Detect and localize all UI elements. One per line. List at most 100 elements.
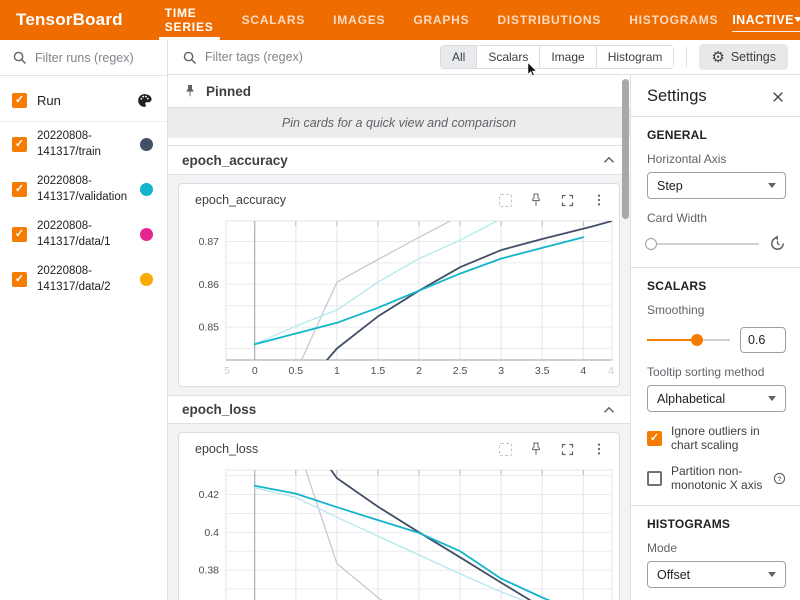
pin-icon[interactable] (528, 192, 544, 208)
tab-images[interactable]: IMAGES (319, 0, 399, 40)
ignore-outliers-label: Ignore outliers in chart scaling (671, 424, 786, 452)
section-heading: SCALARS (647, 279, 786, 293)
app-header: TensorBoard TIME SERIES SCALARS IMAGES G… (0, 0, 800, 40)
run-row-data1: 20220808-141317/data/1 (0, 212, 167, 257)
tooltip-sorting-select[interactable]: Alphabetical (647, 385, 786, 412)
filter-histogram-button[interactable]: Histogram (596, 46, 674, 68)
tab-distributions[interactable]: DISTRIBUTIONS (483, 0, 615, 40)
horizontal-axis-select[interactable]: Step (647, 172, 786, 199)
section-header-epoch-accuracy[interactable]: epoch_accuracy (168, 146, 630, 175)
filter-tags-placeholder[interactable]: Filter tags (regex) (205, 50, 440, 64)
chevron-up-icon[interactable] (600, 151, 618, 169)
run-checkbox-data1[interactable] (12, 227, 27, 242)
smoothing-value-input[interactable]: 0.6 (740, 327, 786, 353)
svg-text:0.4: 0.4 (204, 527, 219, 539)
run-status-select[interactable]: INACTIVE (732, 8, 800, 32)
svg-text:0.42: 0.42 (199, 489, 220, 501)
ignore-outliers-checkbox[interactable] (647, 431, 662, 446)
reset-icon[interactable] (769, 235, 786, 252)
run-list-header: Run (0, 80, 167, 122)
card-width-slider[interactable] (647, 237, 759, 251)
slider-thumb[interactable] (645, 238, 657, 250)
main-nav: TIME SERIES SCALARS IMAGES GRAPHS DISTRI… (151, 0, 733, 40)
svg-text:4: 4 (608, 365, 614, 377)
svg-text:3: 3 (498, 365, 504, 377)
run-name: 20220808-141317/data/1 (37, 219, 140, 250)
select-all-runs-checkbox[interactable] (12, 93, 27, 108)
tab-time-series[interactable]: TIME SERIES (151, 0, 228, 40)
search-icon (182, 50, 197, 65)
run-row-validation: 20220808-141317/validation (0, 167, 167, 212)
card-zone: epoch_loss 00.511.522.533.540.420.40.380… (168, 424, 630, 600)
fit-to-data-icon[interactable] (499, 443, 512, 456)
runs-sidebar: Filter runs (regex) Run 20220808-141317/… (0, 40, 168, 600)
tooltip-sorting-label: Tooltip sorting method (647, 365, 786, 379)
card-header: epoch_loss (179, 433, 619, 465)
help-icon[interactable] (773, 472, 786, 485)
chevron-down-icon (794, 17, 800, 22)
tab-histograms[interactable]: HISTOGRAMS (615, 0, 732, 40)
palette-icon[interactable] (136, 92, 153, 109)
section-title: epoch_accuracy (182, 153, 600, 168)
card-header: epoch_accuracy (179, 184, 619, 216)
svg-text:0.86: 0.86 (199, 279, 220, 291)
run-checkbox-data2[interactable] (12, 272, 27, 287)
run-color-dot (140, 228, 153, 241)
more-options-icon[interactable] (591, 441, 607, 457)
run-checkbox-train[interactable] (12, 137, 27, 152)
horizontal-axis-value: Step (657, 179, 768, 193)
card-width-label: Card Width (647, 211, 786, 225)
smoothing-label: Smoothing (647, 303, 786, 317)
fit-to-data-icon[interactable] (499, 194, 512, 207)
run-row-train: 20220808-141317/train (0, 122, 167, 167)
pin-icon[interactable] (528, 441, 544, 457)
chevron-up-icon[interactable] (600, 401, 618, 419)
settings-button[interactable]: ⚙ Settings (699, 44, 788, 70)
svg-text:3.5: 3.5 (535, 365, 550, 377)
pinned-title: Pinned (206, 84, 251, 99)
histogram-mode-label: Mode (647, 541, 786, 555)
fullscreen-icon[interactable] (560, 193, 575, 208)
settings-panel-title: Settings (647, 87, 770, 106)
search-icon (12, 50, 27, 65)
section-header-epoch-loss[interactable]: epoch_loss (168, 395, 630, 424)
line-chart-epoch-accuracy[interactable]: 00.511.522.533.540.850.860.8754 (180, 216, 620, 382)
settings-section-general: GENERAL Horizontal Axis Step Card Width (631, 117, 800, 268)
tag-type-filter-group: All Scalars Image Histogram (440, 45, 674, 69)
partition-x-axis-label: Partition non-monotonic X axis (671, 464, 764, 492)
scrollbar-thumb[interactable] (622, 79, 629, 219)
section-heading: GENERAL (647, 128, 786, 142)
slider-thumb[interactable] (691, 334, 703, 346)
histogram-mode-select[interactable]: Offset (647, 561, 786, 588)
tab-graphs[interactable]: GRAPHS (399, 0, 483, 40)
fullscreen-icon[interactable] (560, 442, 575, 457)
filter-runs-input[interactable]: Filter runs (regex) (0, 40, 167, 76)
tab-scalars[interactable]: SCALARS (228, 0, 320, 40)
svg-text:0.85: 0.85 (199, 322, 220, 334)
run-checkbox-validation[interactable] (12, 182, 27, 197)
filter-runs-placeholder: Filter runs (regex) (35, 51, 134, 65)
smoothing-slider[interactable] (647, 333, 730, 347)
pin-icon (182, 83, 198, 99)
svg-text:1.5: 1.5 (371, 365, 386, 377)
section-heading: HISTOGRAMS (647, 517, 786, 531)
close-icon[interactable] (770, 89, 786, 105)
horizontal-axis-label: Horizontal Axis (647, 152, 786, 166)
filter-scalars-button[interactable]: Scalars (476, 46, 539, 68)
histogram-mode-value: Offset (657, 568, 768, 582)
tooltip-sorting-value: Alphabetical (657, 392, 768, 406)
run-name: 20220808-141317/validation (37, 174, 140, 205)
partition-x-axis-checkbox[interactable] (647, 471, 662, 486)
run-column-label: Run (37, 93, 136, 108)
scalar-card-epoch-accuracy: epoch_accuracy 00.511.522.533.540.850.86… (178, 183, 620, 387)
svg-text:0.38: 0.38 (199, 565, 220, 577)
settings-section-histograms: HISTOGRAMS Mode Offset (631, 506, 800, 600)
filter-image-button[interactable]: Image (539, 46, 595, 68)
filter-all-button[interactable]: All (441, 46, 476, 68)
svg-text:4: 4 (580, 365, 586, 377)
chevron-down-icon (768, 396, 776, 401)
card-title: epoch_accuracy (195, 193, 483, 207)
chevron-down-icon (768, 183, 776, 188)
line-chart-epoch-loss[interactable]: 00.511.522.533.540.420.40.380.36 (180, 465, 620, 600)
more-options-icon[interactable] (591, 192, 607, 208)
